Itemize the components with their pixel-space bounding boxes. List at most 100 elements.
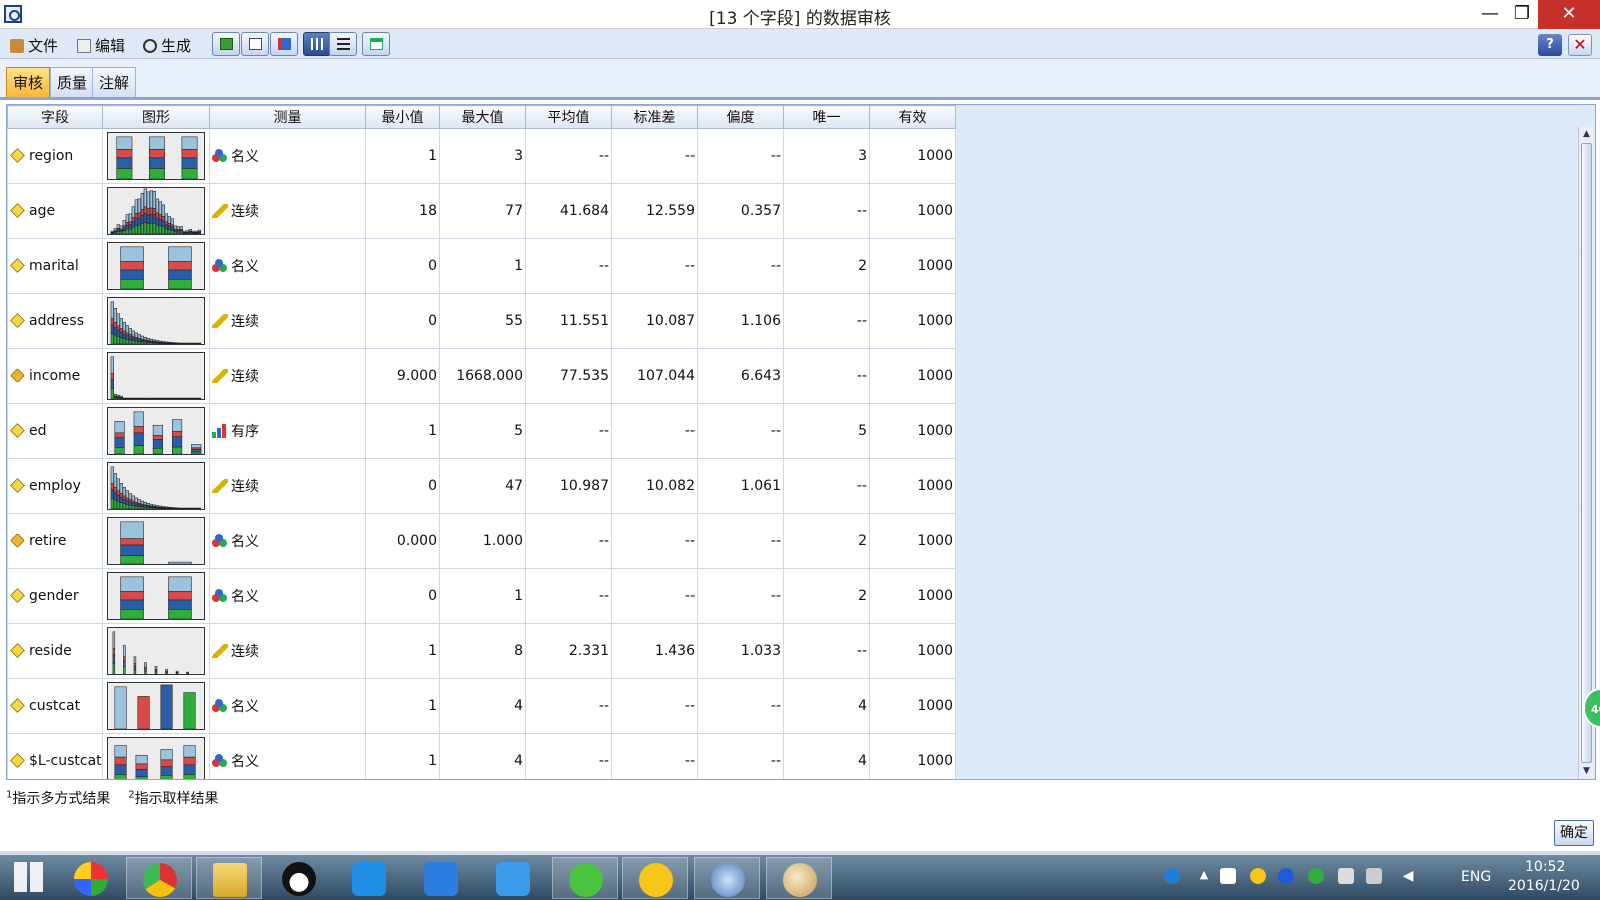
distribution-thumbnail[interactable]: [107, 737, 205, 780]
measure-cell[interactable]: 连续: [209, 458, 366, 514]
taskbar-app-1[interactable]: [58, 857, 124, 899]
measure-cell[interactable]: 名义: [209, 733, 366, 779]
tray-smiley-icon[interactable]: [1250, 868, 1266, 884]
print-button[interactable]: [241, 32, 269, 56]
distribution-thumbnail[interactable]: [107, 187, 205, 235]
table-row[interactable]: ed 有序 1 5 -- -- -- 5 1000: [7, 403, 956, 459]
column-header[interactable]: 最小值: [365, 105, 440, 129]
field-cell[interactable]: $L-custcat: [7, 733, 103, 779]
graph-cell[interactable]: [102, 293, 210, 349]
table-row[interactable]: $L-custcat 名义 1 4 -- -- -- 4 1000: [7, 733, 956, 780]
distribution-thumbnail[interactable]: [107, 352, 205, 400]
tab-quality[interactable]: 质量: [50, 67, 95, 97]
measure-cell[interactable]: 连续: [209, 183, 366, 239]
tray-monitor-icon[interactable]: [1366, 868, 1382, 884]
distribution-thumbnail[interactable]: [107, 682, 205, 730]
close-output-button[interactable]: ✕: [1568, 34, 1592, 56]
graph-cell[interactable]: [102, 403, 210, 459]
taskbar-app-3[interactable]: [622, 857, 688, 899]
tray-windows-icon[interactable]: [1220, 868, 1236, 884]
graph-cell[interactable]: [102, 568, 210, 624]
taskbar-chrome[interactable]: [126, 857, 192, 899]
table-row[interactable]: marital 名义 0 1 -- -- -- 2 1000: [7, 238, 956, 294]
table-row[interactable]: address 连续 0 55 11.551 10.087 1.106 -- 1000: [7, 293, 956, 349]
vertical-scrollbar[interactable]: ▲ ▼: [1578, 127, 1594, 779]
field-cell[interactable]: gender: [7, 568, 103, 624]
distribution-thumbnail[interactable]: [107, 407, 205, 455]
field-cell[interactable]: marital: [7, 238, 103, 294]
table-row[interactable]: custcat 名义 1 4 -- -- -- 4 1000: [7, 678, 956, 734]
graph-cell[interactable]: [102, 678, 210, 734]
tray-plus-icon[interactable]: [1308, 868, 1324, 884]
measure-cell[interactable]: 连续: [209, 293, 366, 349]
scroll-down-icon[interactable]: ▼: [1581, 766, 1592, 777]
tab-audit[interactable]: 审核: [6, 67, 51, 97]
distribution-thumbnail[interactable]: [107, 242, 205, 290]
column-header[interactable]: 平均值: [525, 105, 612, 129]
column-header[interactable]: 测量: [209, 105, 366, 129]
field-cell[interactable]: address: [7, 293, 103, 349]
tray-volume-icon[interactable]: ◀: [1400, 868, 1416, 884]
tray-expand-icon[interactable]: ▲: [1196, 868, 1212, 884]
tray-network-icon[interactable]: [1164, 868, 1180, 884]
language-indicator[interactable]: ENG: [1461, 869, 1491, 885]
start-button[interactable]: [0, 857, 60, 899]
field-cell[interactable]: income: [7, 348, 103, 404]
measure-cell[interactable]: 连续: [209, 623, 366, 679]
taskbar-qq[interactable]: [266, 857, 332, 899]
close-window-button[interactable]: ✕: [1538, 0, 1600, 29]
measure-cell[interactable]: 名义: [209, 678, 366, 734]
taskbar-explorer[interactable]: [196, 857, 262, 899]
tray-device-icon[interactable]: [1338, 868, 1354, 884]
taskbar-spss-modeler[interactable]: [694, 857, 760, 899]
measure-cell[interactable]: 连续: [209, 348, 366, 404]
distribution-thumbnail[interactable]: [107, 517, 205, 565]
menu-file[interactable]: 文件: [10, 35, 58, 56]
distribution-thumbnail[interactable]: [107, 297, 205, 345]
table-view-button[interactable]: [362, 32, 390, 56]
taskbar-app-2[interactable]: [480, 857, 546, 899]
measure-cell[interactable]: 名义: [209, 238, 366, 294]
table-row[interactable]: age 连续 18 77 41.684 12.559 0.357 -- 1000: [7, 183, 956, 239]
taskbar-cloud[interactable]: [336, 857, 402, 899]
field-cell[interactable]: region: [7, 128, 103, 184]
graph-cell[interactable]: [102, 238, 210, 294]
column-header[interactable]: 最大值: [439, 105, 526, 129]
column-view-button[interactable]: [303, 32, 331, 56]
graph-cell[interactable]: [102, 348, 210, 404]
field-cell[interactable]: employ: [7, 458, 103, 514]
table-row[interactable]: region 名义 1 3 -- -- -- 3 1000: [7, 128, 956, 184]
field-cell[interactable]: reside: [7, 623, 103, 679]
field-cell[interactable]: ed: [7, 403, 103, 459]
graph-cell[interactable]: [102, 183, 210, 239]
menu-edit[interactable]: 编辑: [77, 35, 125, 56]
tray-ie-icon[interactable]: [1278, 868, 1294, 884]
graph-cell[interactable]: [102, 733, 210, 780]
table-row[interactable]: reside 连续 1 8 2.331 1.436 1.033 -- 1000: [7, 623, 956, 679]
measure-cell[interactable]: 名义: [209, 513, 366, 569]
table-row[interactable]: retire 名义 0.000 1.000 -- -- -- 2 1000: [7, 513, 956, 569]
chart-button[interactable]: [270, 32, 298, 56]
field-cell[interactable]: age: [7, 183, 103, 239]
column-header[interactable]: 有效: [869, 105, 956, 129]
field-cell[interactable]: retire: [7, 513, 103, 569]
graph-cell[interactable]: [102, 458, 210, 514]
distribution-thumbnail[interactable]: [107, 627, 205, 675]
graph-cell[interactable]: [102, 513, 210, 569]
column-header[interactable]: 图形: [102, 105, 210, 129]
measure-cell[interactable]: 名义: [209, 568, 366, 624]
measure-cell[interactable]: 有序: [209, 403, 366, 459]
distribution-thumbnail[interactable]: [107, 132, 205, 180]
table-row[interactable]: gender 名义 0 1 -- -- -- 2 1000: [7, 568, 956, 624]
distribution-thumbnail[interactable]: [107, 462, 205, 510]
graph-cell[interactable]: [102, 128, 210, 184]
graph-cell[interactable]: [102, 623, 210, 679]
menu-generate[interactable]: 生成: [143, 35, 191, 56]
column-header[interactable]: 字段: [7, 105, 103, 129]
table-row[interactable]: income 连续 9.000 1668.000 77.535 107.044 6.643-…: [7, 348, 956, 404]
clock-date[interactable]: 2016/1/20: [1508, 878, 1580, 894]
scroll-up-icon[interactable]: ▲: [1581, 129, 1592, 140]
row-view-button[interactable]: [329, 32, 357, 56]
taskbar-baidu[interactable]: [408, 857, 474, 899]
taskbar-paint[interactable]: [766, 857, 832, 899]
